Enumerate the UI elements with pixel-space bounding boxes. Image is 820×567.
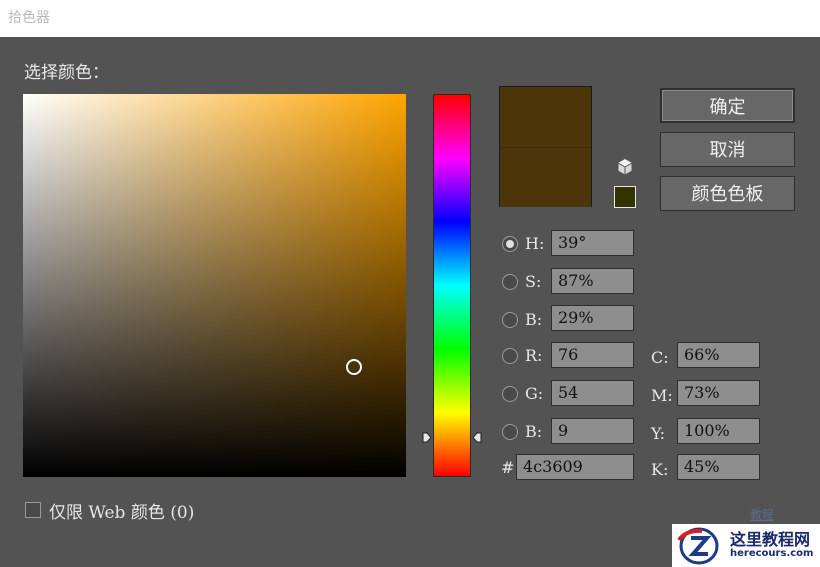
ok-button[interactable]: 确定 [660,88,795,123]
radio-hue[interactable] [502,236,518,252]
color-field-cursor[interactable] [346,359,362,375]
radio-saturation[interactable] [502,274,518,290]
current-color-swatch[interactable] [500,147,591,207]
websafe-cube-icon[interactable] [616,158,634,176]
hue-input[interactable]: 39° [551,230,634,256]
cyan-label: C: [651,348,669,367]
window-title: 拾色器 [8,10,50,26]
web-only-checkbox[interactable] [25,502,41,518]
radio-red[interactable] [502,348,518,364]
watermark-logo: 这里教程网 herecours.com [672,524,820,567]
logo-z-icon [677,527,719,565]
watermark-url: herecours.com [730,548,814,559]
saturation-label: S: [525,272,542,291]
saturation-input[interactable]: 87% [551,268,634,294]
new-color-swatch [500,87,591,147]
green-input[interactable]: 54 [551,380,634,406]
hue-slider-left-handle[interactable] [422,432,432,443]
yellow-label: Y: [651,424,665,443]
hex-input[interactable]: 4c3609 [516,454,634,480]
magenta-input[interactable]: 73% [677,380,760,406]
brightness-label: B: [525,310,543,329]
magenta-label: M: [651,386,673,405]
red-label: R: [525,346,543,365]
hue-label: H: [525,234,545,253]
radio-brightness[interactable] [502,312,518,328]
black-label: K: [651,460,669,479]
yellow-input[interactable]: 100% [677,418,760,444]
green-label: G: [525,384,544,403]
web-only-label: 仅限 Web 颜色 (0) [49,503,195,523]
brightness-input[interactable]: 29% [551,305,634,331]
radio-green[interactable] [502,386,518,402]
cancel-button[interactable]: 取消 [660,132,795,167]
select-color-label: 选择颜色： [24,63,109,83]
watermark-title: 这里教程网 [730,530,811,549]
black-input[interactable]: 45% [677,454,760,480]
color-field[interactable] [23,94,406,477]
hue-slider-right-handle[interactable] [472,432,482,443]
websafe-color-swatch[interactable] [614,186,636,208]
color-swatches-button[interactable]: 颜色色板 [660,176,795,211]
radio-blue[interactable] [502,424,518,440]
blue-input[interactable]: 9 [551,418,634,444]
color-preview [499,86,592,207]
blue-label: B: [525,422,543,441]
window-titlebar: 拾色器 [0,0,820,37]
hex-label: # [501,458,515,477]
hue-slider[interactable] [433,94,471,477]
red-input[interactable]: 76 [551,342,634,368]
cyan-input[interactable]: 66% [677,342,760,368]
watermark-faint-text: 教程 [750,508,775,522]
